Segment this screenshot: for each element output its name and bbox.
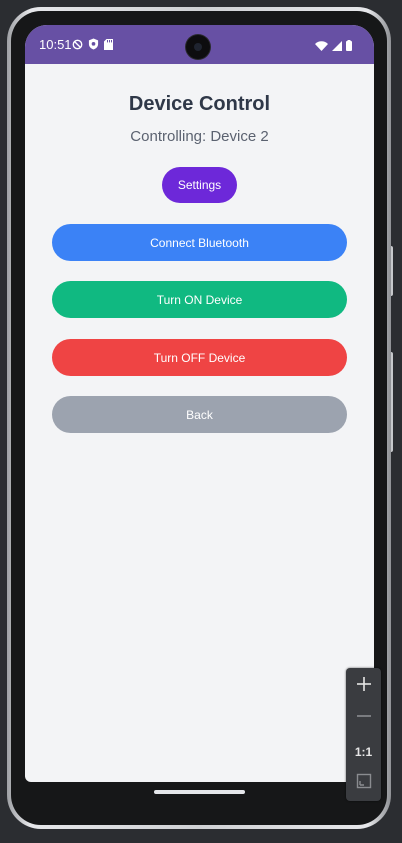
settings-button[interactable]: Settings [162, 167, 237, 203]
zoom-out-button[interactable] [346, 702, 381, 735]
fit-screen-icon [356, 773, 372, 794]
sd-card-icon [104, 37, 113, 55]
status-icons-right [315, 38, 352, 56]
connect-bluetooth-button[interactable]: Connect Bluetooth [52, 224, 347, 261]
battery-icon [346, 38, 352, 56]
shield-icon [88, 37, 99, 55]
home-gesture-handle[interactable] [154, 790, 245, 794]
fit-screen-button[interactable] [346, 767, 381, 800]
status-icons-left [72, 37, 113, 55]
emulator-zoom-toolbar: 1:1 [346, 668, 381, 801]
signal-icon [332, 38, 342, 56]
page-title: Device Control [128, 93, 271, 115]
do-not-disturb-icon [72, 37, 83, 55]
status-bar: 10:51 [25, 25, 374, 64]
actual-size-label: 1:1 [354, 744, 373, 759]
status-time: 10:51 [39, 37, 72, 52]
minus-icon [356, 708, 372, 729]
zoom-in-button[interactable] [346, 670, 381, 703]
wifi-icon [315, 38, 328, 56]
plus-icon [356, 676, 372, 697]
back-button[interactable]: Back [52, 396, 347, 433]
front-camera [186, 35, 210, 59]
device-subtitle: Controlling: Device 2 [130, 128, 269, 145]
turn-on-device-button[interactable]: Turn ON Device [52, 281, 347, 318]
device-screen: 10:51 Device Control Controlling: Device… [25, 25, 374, 782]
emulator-canvas: 10:51 Device Control Controlling: Device… [0, 0, 402, 843]
turn-off-device-button[interactable]: Turn OFF Device [52, 339, 347, 376]
actual-size-button[interactable]: 1:1 [346, 735, 381, 768]
